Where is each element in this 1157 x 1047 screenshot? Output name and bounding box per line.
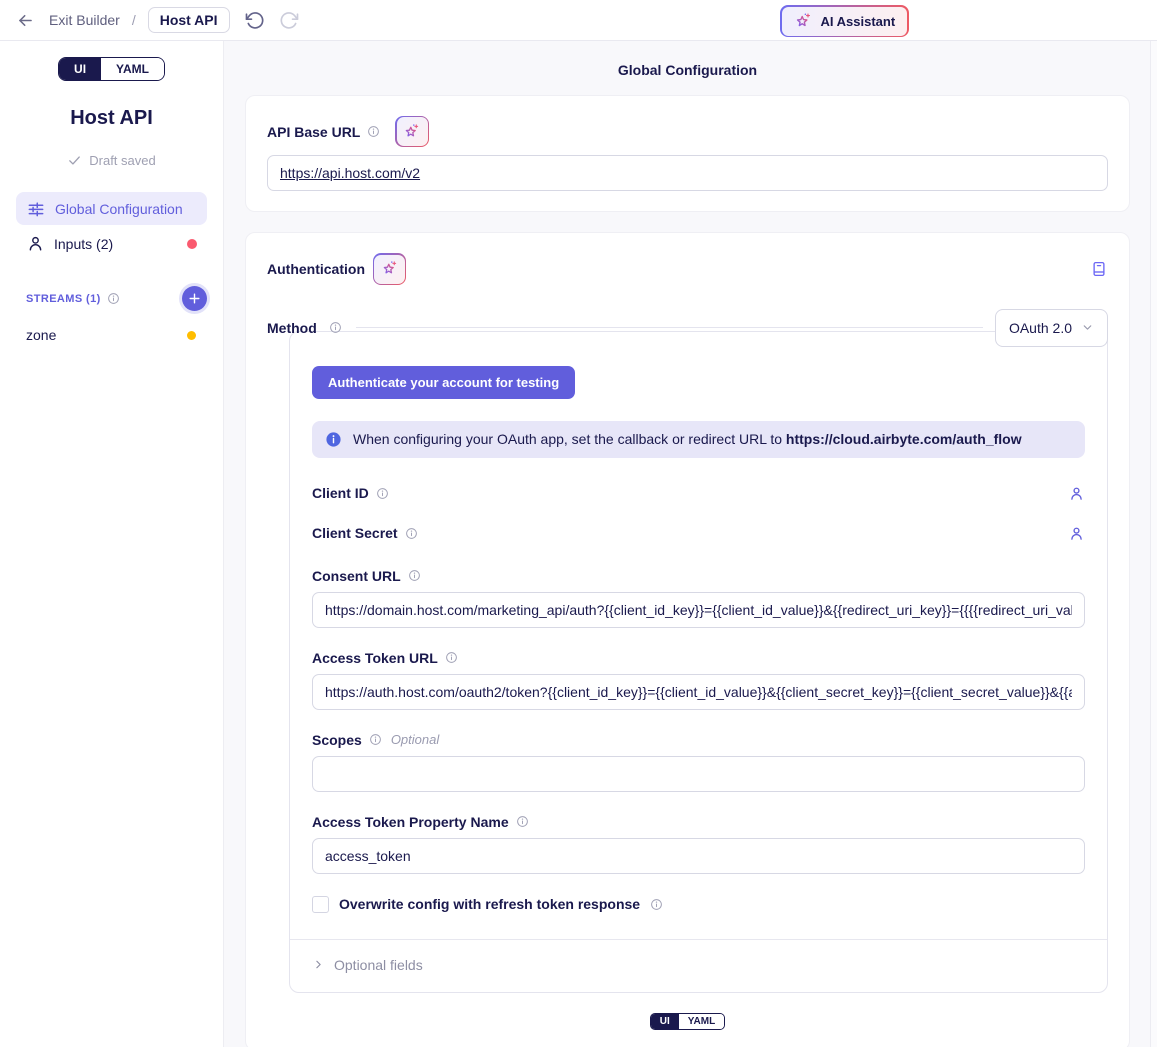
stream-status-badge [187,331,196,340]
overwrite-config-label: Overwrite config with refresh token resp… [339,896,640,912]
page-title: Global Configuration [245,62,1130,78]
add-stream-button[interactable] [182,286,207,311]
info-icon[interactable] [516,815,529,828]
connector-title: Host API [0,107,223,130]
user-input-icon[interactable] [1068,525,1085,542]
client-secret-label: Client Secret [312,525,398,541]
authenticate-testing-button[interactable]: Authenticate your account for testing [312,366,575,399]
scopes-label: Scopes [312,732,362,748]
access-token-property-input[interactable] [312,838,1085,874]
method-label: Method [267,320,317,336]
chevron-right-icon [312,958,325,971]
overwrite-config-checkbox[interactable] [312,896,329,913]
api-base-url-input[interactable] [267,155,1108,191]
access-token-url-input[interactable] [312,674,1085,710]
streams-header: STREAMS (1) [16,286,207,311]
inputs-status-badge [187,239,197,249]
toggle-ui[interactable]: UI [59,58,101,80]
access-token-property-label: Access Token Property Name [312,814,509,830]
sidebar-item-stream-zone[interactable]: zone [16,327,207,343]
consent-url-input[interactable] [312,592,1085,628]
access-token-url-label: Access Token URL [312,650,438,666]
info-icon[interactable] [408,569,421,582]
scopes-input[interactable] [312,756,1085,792]
sidebar-item-label: Global Configuration [55,201,183,217]
toggle-yaml[interactable]: YAML [679,1014,724,1029]
info-filled-icon [325,431,342,448]
access-token-url-field: Access Token URL [312,650,1085,710]
info-icon[interactable] [445,651,458,664]
connector-name-input[interactable]: Host API [148,7,230,33]
oauth-settings-group: Authenticate your account for testing Wh… [289,331,1108,993]
ai-assist-api-url-button[interactable] [395,116,428,147]
sliders-icon [26,199,46,219]
top-bar: Exit Builder / Host API AI Assistant [0,0,1157,41]
ai-sparkle-star-icon [374,255,405,284]
streams-header-label: STREAMS (1) [26,293,101,305]
oauth-callback-banner: When configuring your OAuth app, set the… [312,421,1085,458]
api-base-url-label: API Base URL [267,124,360,140]
info-icon[interactable] [650,898,663,911]
info-icon[interactable] [107,292,120,305]
toggle-yaml[interactable]: YAML [101,58,164,80]
toggle-ui[interactable]: UI [651,1014,679,1029]
method-select[interactable]: OAuth 2.0 [995,309,1108,347]
optional-fields-label: Optional fields [334,957,423,973]
consent-url-field: Consent URL [312,568,1085,628]
ai-sparkle-star-icon [794,12,813,31]
scopes-field: Scopes Optional [312,732,1085,792]
undo-icon[interactable] [242,8,266,32]
card-ui-yaml-toggle[interactable]: UI YAML [650,1013,725,1030]
redo-icon[interactable] [278,8,302,32]
banner-text: When configuring your OAuth app, set the… [353,431,1022,447]
scrollbar-gutter[interactable] [1150,41,1157,1047]
back-arrow-icon[interactable] [14,9,37,32]
docs-book-icon[interactable] [1090,260,1108,278]
breadcrumb-separator: / [132,12,136,28]
sidebar-item-global-configuration[interactable]: Global Configuration [16,192,207,225]
ai-assistant-button[interactable]: AI Assistant [780,5,909,37]
main-content: Global Configuration API Base URL [225,41,1150,1047]
client-id-label: Client ID [312,485,369,501]
sidebar-item-label: Inputs (2) [54,236,113,252]
ai-assistant-label: AI Assistant [821,14,896,29]
optional-tag: Optional [391,732,439,747]
method-selected-value: OAuth 2.0 [1009,320,1072,336]
api-base-url-card: API Base URL [245,95,1130,212]
ai-sparkle-star-icon [397,117,428,146]
consent-url-label: Consent URL [312,568,401,584]
info-icon[interactable] [369,733,382,746]
authentication-card: Authentication Method [245,232,1130,1047]
divider [356,327,983,328]
check-icon [67,153,82,168]
ui-yaml-toggle[interactable]: UI YAML [58,57,165,81]
stream-name: zone [26,327,56,343]
optional-fields-expander[interactable]: Optional fields [312,940,1085,992]
info-icon[interactable] [367,125,380,138]
info-icon[interactable] [329,321,342,334]
callback-url: https://cloud.airbyte.com/auth_flow [786,431,1022,447]
client-id-row: Client ID [312,483,1085,504]
ai-assist-authentication-button[interactable] [373,253,406,284]
info-icon[interactable] [376,487,389,500]
sidebar: UI YAML Host API Draft saved Global Conf… [0,41,224,1047]
authentication-label: Authentication [267,261,365,277]
access-token-property-field: Access Token Property Name [312,814,1085,874]
user-icon [26,234,45,253]
save-status: Draft saved [0,153,223,168]
sidebar-item-inputs[interactable]: Inputs (2) [16,227,207,260]
sidebar-nav: Global Configuration Inputs (2) [0,192,223,260]
overwrite-config-row: Overwrite config with refresh token resp… [312,896,1085,913]
user-input-icon[interactable] [1068,485,1085,502]
chevron-down-icon [1081,321,1094,334]
info-icon[interactable] [405,527,418,540]
client-secret-row: Client Secret [312,523,1085,544]
breadcrumb-exit-builder[interactable]: Exit Builder [49,12,120,28]
save-status-label: Draft saved [89,153,155,168]
